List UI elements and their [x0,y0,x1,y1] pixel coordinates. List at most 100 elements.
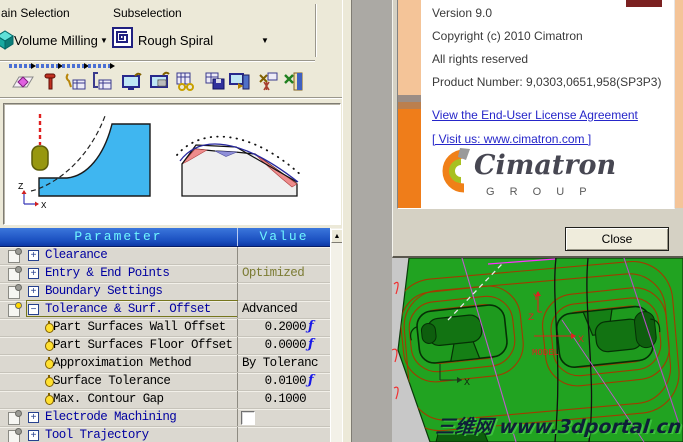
table-row[interactable]: Part Surfaces Floor Offset 0.0000 ƒ [0,337,330,355]
copyright-text: Copyright (c) 2010 Cimatron [432,29,583,43]
function-indicator[interactable]: ƒ [308,337,314,352]
save-toolpath-icon[interactable] [203,69,227,93]
procedure-pin-icon [8,266,22,281]
expand-toggle-icon[interactable]: + [28,430,39,441]
param-label: Tolerance & Surf. Offset [45,302,211,316]
cimatron-logo-icon [432,146,474,201]
gem-procedure-icon[interactable] [11,69,35,93]
main-selection-label: ain Selection [1,6,70,20]
dash-arrow-icon [62,63,89,69]
column-divider [237,283,238,300]
function-indicator[interactable]: ƒ [308,373,314,388]
table-row[interactable]: + Boundary Settings [0,283,330,301]
tool-break-icon[interactable] [256,69,280,93]
viewport-3d[interactable]: Y Z X MODEL X 三维网 www.3dportal.cn [391,257,683,442]
param-value[interactable]: 0.2000 [238,320,330,334]
separator [0,97,344,99]
close-button[interactable]: Close [565,227,669,251]
param-value[interactable]: 0.0100 [238,374,330,388]
workspace-background [352,0,392,442]
table-row[interactable]: Surface Tolerance 0.0100 ƒ [0,373,330,391]
value-column-header[interactable]: Value [238,229,330,244]
logo-fragment [626,0,662,7]
param-value[interactable]: Optimized [238,266,330,280]
dash-arrow-icon [88,63,115,69]
expand-toggle-icon[interactable]: + [28,250,39,261]
expand-toggle-icon[interactable]: + [28,268,39,279]
data-table-glasses-icon[interactable] [173,69,197,93]
viewport-axis-x-label: X [578,335,584,346]
table-row[interactable]: + Entry & End Points Optimized [0,265,330,283]
table-row[interactable]: Part Surfaces Wall Offset 0.2000 ƒ [0,319,330,337]
about-dialog-content: Version 9.0 Copyright (c) 2010 Cimatron … [397,0,675,209]
procedure-pin-icon [8,410,22,425]
viewport-axis-z-label: Z [528,313,534,324]
procedure-pin-icon [8,284,22,299]
function-indicator[interactable]: ƒ [308,319,314,334]
procedure-pin-icon [8,302,22,317]
dialog-stripe-tan [398,102,421,109]
pin-tool-icon[interactable] [38,69,62,93]
table-row[interactable]: + Clearance [0,247,330,265]
dialog-stripe-orange [398,109,421,208]
table-row-selected[interactable]: − Tolerance & Surf. Offset Advanced [0,300,330,319]
table-row[interactable]: + Electrode Machining [0,409,330,427]
param-label: Entry & End Points [45,266,170,280]
expand-toggle-icon[interactable]: + [28,286,39,297]
dialog-stripe-gray [398,95,421,102]
version-text: Version 9.0 [432,6,493,20]
exit-door-icon[interactable] [281,69,305,93]
license-agreement-link[interactable]: View the End-User License Agreement [432,108,638,122]
tool-setup-icon[interactable] [63,69,87,93]
expand-toggle-icon[interactable]: + [28,412,39,423]
dialog-right-strip [675,0,683,208]
viewport-axis-y-label: Y [533,293,539,304]
table-row[interactable]: + Tool Trajectory [0,427,330,442]
export-exit-icon[interactable] [228,69,252,93]
strategy-preview-panel: Z X [3,103,341,225]
param-label: Part Surfaces Wall Offset [53,320,226,334]
viewport-model-label: MODEL [532,348,559,358]
preview-axis-x-label: X [41,201,47,211]
dash-arrow-icon [36,63,63,69]
rough-spiral-icon [112,27,133,53]
param-label: Electrode Machining [45,410,177,424]
panel-edge [342,0,352,442]
subselection-arrow-icon[interactable]: ▼ [261,37,269,45]
main-selection-arrow-icon[interactable]: ▼ [100,37,108,45]
brand-group-text: G R O U P [486,186,593,198]
procedure-pin-icon [8,248,22,263]
strategy-preview-diagrams: Z X [18,114,303,211]
main-selection-dropdown[interactable]: Volume Milling [14,33,98,48]
param-value[interactable]: Advanced [238,302,330,316]
product-number-text: Product Number: 9,0303,0651,958(SP3P3) [432,75,662,89]
param-value[interactable]: 0.1000 [238,392,330,406]
column-divider [237,409,238,426]
fixture-setup-icon[interactable] [90,69,114,93]
table-row[interactable]: Approximation Method By Toleranc [0,355,330,373]
viewport-axis-x2-label: X [464,378,470,389]
watermark-text: 三维网 www.3dportal.cn [434,416,683,438]
collapse-toggle-icon[interactable]: − [28,304,39,315]
volume-milling-icon [0,28,15,57]
subselection-label: Subselection [113,6,182,20]
separator [0,60,315,62]
param-value[interactable]: 0.0000 [238,338,330,352]
about-dialog: Version 9.0 Copyright (c) 2010 Cimatron … [392,0,683,258]
simulate-screen-icon[interactable] [120,69,144,93]
subselection-dropdown[interactable]: Rough Spiral [138,33,213,48]
parameter-table: Parameter Value + Clearance + Entry & En… [0,228,330,442]
procedure-panel: ain Selection Subselection Volume Millin… [0,0,352,442]
parameter-column-header[interactable]: Parameter [0,229,237,244]
table-row[interactable]: Max. Contour Gap 0.1000 [0,391,330,409]
param-label: Max. Contour Gap [53,392,164,406]
dialog-stripe-peach [398,0,421,95]
visit-website-link[interactable]: [ Visit us: www.cimatron.com ] [432,132,591,146]
param-label: Clearance [45,248,108,262]
table-header: Parameter Value [0,228,330,247]
column-divider [237,247,238,264]
param-value[interactable]: By Toleranc [238,356,330,370]
electrode-machining-checkbox[interactable] [241,411,255,425]
simulate-settings-icon[interactable] [148,69,172,93]
preview-axis-z-label: Z [18,182,24,192]
